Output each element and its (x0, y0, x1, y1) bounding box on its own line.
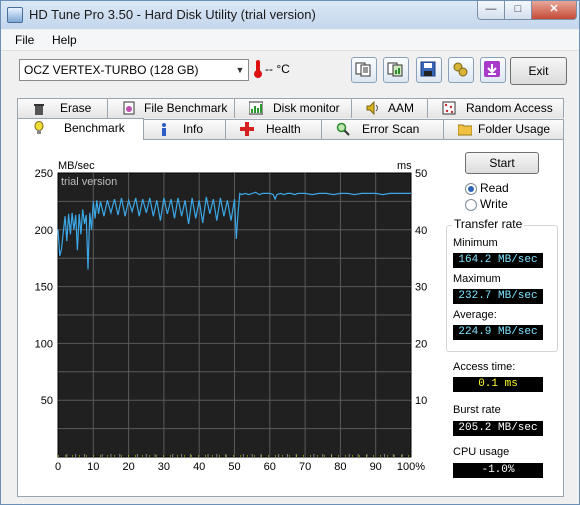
y-left-tick-label: 200 (35, 225, 53, 237)
drive-select[interactable]: OCZ VERTEX-TURBO (128 GB) ▼ (19, 59, 249, 81)
average-value: 224.9 MB/sec (453, 325, 543, 340)
x-tick-label: 90 (370, 461, 382, 473)
y-right-tick-label: 10 (415, 395, 427, 407)
maximum-value: 232.7 MB/sec (453, 289, 543, 304)
burst-rate-label: Burst rate (453, 404, 501, 416)
toolbar: OCZ VERTEX-TURBO (128 GB) ▼ -- °C Exit (7, 51, 573, 91)
copy-screenshot-icon (387, 62, 403, 77)
y-left-axis-label: MB/sec (58, 160, 95, 172)
y-left-tick-label: 250 (35, 168, 53, 180)
tab-error-scan[interactable]: Error Scan (321, 119, 444, 139)
x-tick-label: 60 (264, 461, 276, 473)
x-tick-label: 50 (228, 461, 240, 473)
tab-aam[interactable]: AAM (351, 98, 428, 118)
minimum-value: 164.2 MB/sec (453, 253, 543, 268)
read-radio[interactable] (465, 183, 477, 195)
tab-file-benchmark[interactable]: File Benchmark (107, 98, 235, 118)
y-right-tick-label: 20 (415, 338, 427, 350)
y-left-tick-label: 50 (41, 395, 53, 407)
menu-file[interactable]: File (15, 33, 34, 47)
app-icon (7, 7, 23, 23)
benchmark-icon (34, 121, 44, 134)
y-right-tick-label: 40 (415, 225, 427, 237)
maximize-button[interactable]: □ (504, 1, 532, 20)
y-left-tick-label: 100 (35, 338, 53, 350)
y-right-tick-label: 30 (415, 282, 427, 294)
title-bar[interactable]: HD Tune Pro 3.50 - Hard Disk Utility (tr… (1, 1, 579, 29)
health-cross-icon (240, 122, 254, 136)
read-label: Read (480, 181, 509, 195)
transfer-rate-chart: 0 10 20 30 40 50 60 70 80 90 100% 50 100 150 200 250 10 2… (35, 160, 428, 473)
chevron-down-icon[interactable]: ▼ (232, 60, 248, 80)
y-right-axis-label: ms (397, 160, 412, 172)
file-benchmark-icon (123, 101, 135, 115)
write-label: Write (480, 197, 508, 211)
app-window: HD Tune Pro 3.50 - Hard Disk Utility (tr… (0, 0, 580, 505)
access-time-value: 0.1 ms (453, 377, 543, 392)
copy-screenshot-button[interactable] (383, 57, 409, 83)
y-right-tick-label: 50 (415, 168, 427, 180)
folder-icon (458, 124, 472, 136)
chart-watermark: trial version (61, 176, 117, 188)
x-tick-label: 70 (299, 461, 311, 473)
disk-monitor-icon (249, 101, 263, 115)
options-button[interactable] (448, 57, 474, 83)
tab-disk-monitor[interactable]: Disk monitor (234, 98, 352, 118)
cpu-usage-value: -1.0% (453, 463, 543, 478)
x-tick-label: 100% (397, 461, 425, 473)
tab-health[interactable]: Health (225, 119, 322, 139)
speaker-icon (366, 101, 378, 115)
menu-bar: File Help (1, 30, 579, 51)
options-icon (453, 62, 468, 77)
x-tick-label: 30 (158, 461, 170, 473)
trash-icon (34, 104, 44, 115)
save-icon (420, 61, 436, 77)
info-icon (162, 123, 166, 136)
tab-random-access[interactable]: Random Access (427, 98, 564, 118)
save-button[interactable] (416, 57, 442, 83)
transfer-rate-label: Transfer rate (452, 217, 525, 231)
x-tick-label: 0 (55, 461, 61, 473)
temperature-readout: -- °C (265, 62, 290, 76)
copy-text-icon (355, 62, 371, 77)
copy-text-button[interactable] (351, 57, 377, 83)
minimum-label: Minimum (453, 237, 498, 249)
benchmark-panel: 0 10 20 30 40 50 60 70 80 90 100% 50 100 150 200 250 10 2… (17, 139, 564, 497)
write-radio[interactable] (465, 199, 477, 211)
average-label: Average: (453, 309, 497, 321)
close-button[interactable]: ✕ (531, 1, 577, 20)
menu-help[interactable]: Help (52, 33, 77, 47)
magnifier-icon (336, 122, 350, 136)
maximum-label: Maximum (453, 273, 501, 285)
x-tick-label: 80 (334, 461, 346, 473)
burst-rate-value: 205.2 MB/sec (453, 421, 543, 436)
drive-select-value: OCZ VERTEX-TURBO (128 GB) (24, 63, 199, 77)
thermometer-icon (253, 60, 263, 78)
download-button[interactable] (480, 57, 506, 83)
tab-info[interactable]: Info (142, 119, 226, 139)
x-tick-label: 40 (193, 461, 205, 473)
access-time-label: Access time: (453, 361, 516, 373)
window-title: HD Tune Pro 3.50 - Hard Disk Utility (tr… (29, 7, 316, 22)
cpu-usage-label: CPU usage (453, 446, 510, 458)
tab-folder-usage[interactable]: Folder Usage (443, 119, 564, 139)
y-left-tick-label: 150 (35, 282, 53, 294)
minimize-button[interactable]: — (477, 1, 505, 20)
download-icon (484, 61, 500, 77)
tab-benchmark[interactable]: Benchmark (17, 118, 144, 140)
exit-button[interactable]: Exit (510, 57, 567, 85)
start-button[interactable]: Start (465, 152, 539, 174)
random-access-icon (442, 101, 456, 115)
x-tick-label: 10 (87, 461, 99, 473)
x-tick-label: 20 (122, 461, 134, 473)
